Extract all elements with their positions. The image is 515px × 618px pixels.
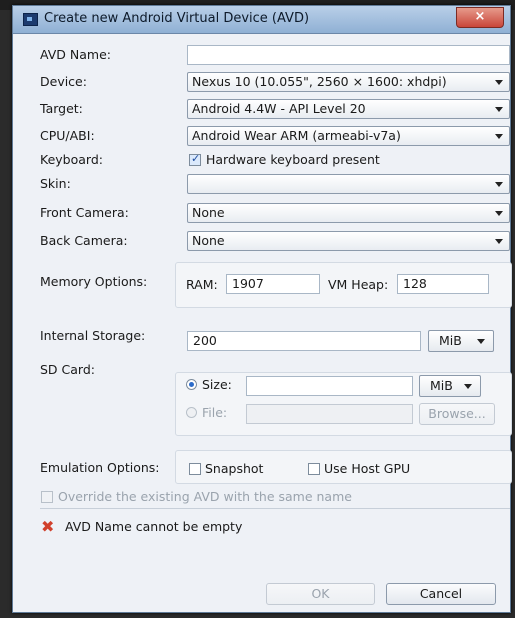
chevron-down-icon xyxy=(464,384,472,389)
snapshot-label: Snapshot xyxy=(205,461,264,476)
avd-name-label: AVD Name: xyxy=(40,47,111,62)
emulation-options-group: Snapshot Use Host GPU xyxy=(175,450,512,484)
ok-button[interactable]: OK xyxy=(266,583,375,605)
divider xyxy=(40,508,510,509)
window-app-icon xyxy=(23,13,38,26)
chevron-down-icon xyxy=(495,107,503,112)
chevron-down-icon xyxy=(495,211,503,216)
emulation-options-label: Emulation Options: xyxy=(40,460,160,475)
use-host-gpu-label: Use Host GPU xyxy=(324,461,411,476)
sd-size-unit-select[interactable]: MiB xyxy=(419,375,481,397)
front-camera-label: Front Camera: xyxy=(40,205,129,220)
memory-options-label: Memory Options: xyxy=(40,274,148,289)
ram-input[interactable]: 1907 xyxy=(226,274,320,294)
window-title: Create new Android Virtual Device (AVD) xyxy=(44,11,310,26)
skin-select[interactable] xyxy=(187,174,510,194)
sd-file-label: File: xyxy=(202,405,228,420)
chevron-down-icon xyxy=(495,80,503,85)
internal-storage-input[interactable]: 200 xyxy=(187,331,421,351)
sd-card-label: SD Card: xyxy=(40,362,95,377)
chevron-down-icon xyxy=(495,182,503,187)
internal-storage-unit-value: MiB xyxy=(439,333,462,348)
back-camera-label: Back Camera: xyxy=(40,233,128,248)
snapshot-checkbox[interactable] xyxy=(189,463,201,475)
internal-storage-unit-select[interactable]: MiB xyxy=(428,330,494,352)
override-avd-label: Override the existing AVD with the same … xyxy=(58,489,352,504)
sd-file-input[interactable] xyxy=(246,404,413,424)
sd-size-radio[interactable] xyxy=(186,379,197,390)
internal-storage-label: Internal Storage: xyxy=(40,328,146,343)
device-select-value: Nexus 10 (10.055", 2560 × 1600: xhdpi) xyxy=(192,74,447,89)
sd-size-label: Size: xyxy=(202,377,232,392)
hardware-keyboard-checkbox[interactable] xyxy=(189,152,201,166)
back-camera-select-value: None xyxy=(192,233,225,248)
error-message: AVD Name cannot be empty xyxy=(65,519,243,534)
use-host-gpu-checkbox[interactable] xyxy=(308,463,320,475)
back-camera-select[interactable]: None xyxy=(187,231,510,251)
error-x-icon: ✖ xyxy=(41,517,55,536)
cancel-button[interactable]: Cancel xyxy=(386,583,496,605)
cpu-abi-label: CPU/ABI: xyxy=(40,128,95,143)
hardware-keyboard-label: Hardware keyboard present xyxy=(206,152,380,167)
avd-name-input[interactable] xyxy=(187,45,510,65)
cpu-abi-select-value: Android Wear ARM (armeabi-v7a) xyxy=(192,128,401,143)
close-button[interactable]: × xyxy=(456,7,504,28)
chevron-down-icon xyxy=(495,239,503,244)
browse-button[interactable]: Browse... xyxy=(419,403,495,425)
front-camera-select-value: None xyxy=(192,205,225,220)
vm-heap-input[interactable]: 128 xyxy=(397,274,489,294)
device-label: Device: xyxy=(40,74,87,89)
sd-size-unit-value: MiB xyxy=(430,378,453,393)
memory-options-group: RAM: 1907 VM Heap: 128 xyxy=(175,262,512,308)
avd-dialog: Create new Android Virtual Device (AVD) … xyxy=(12,5,512,613)
cpu-abi-select[interactable]: Android Wear ARM (armeabi-v7a) xyxy=(187,126,510,146)
ram-label: RAM: xyxy=(186,277,218,292)
keyboard-label: Keyboard: xyxy=(40,152,103,167)
target-select[interactable]: Android 4.4W - API Level 20 xyxy=(187,99,510,119)
skin-label: Skin: xyxy=(40,176,71,191)
sd-card-group: Size: MiB File: Browse... xyxy=(175,372,512,436)
dialog-body: AVD Name: Device: Nexus 10 (10.055", 256… xyxy=(13,34,512,612)
target-select-value: Android 4.4W - API Level 20 xyxy=(192,101,366,116)
device-select[interactable]: Nexus 10 (10.055", 2560 × 1600: xhdpi) xyxy=(187,72,510,92)
front-camera-select[interactable]: None xyxy=(187,203,510,223)
title-bar: Create new Android Virtual Device (AVD) … xyxy=(13,6,510,34)
override-avd-checkbox[interactable] xyxy=(41,491,53,503)
vm-heap-label: VM Heap: xyxy=(328,277,389,292)
sd-size-input[interactable] xyxy=(246,376,413,396)
chevron-down-icon xyxy=(477,339,485,344)
target-label: Target: xyxy=(40,101,83,116)
sd-file-radio[interactable] xyxy=(186,407,197,418)
chevron-down-icon xyxy=(495,134,503,139)
